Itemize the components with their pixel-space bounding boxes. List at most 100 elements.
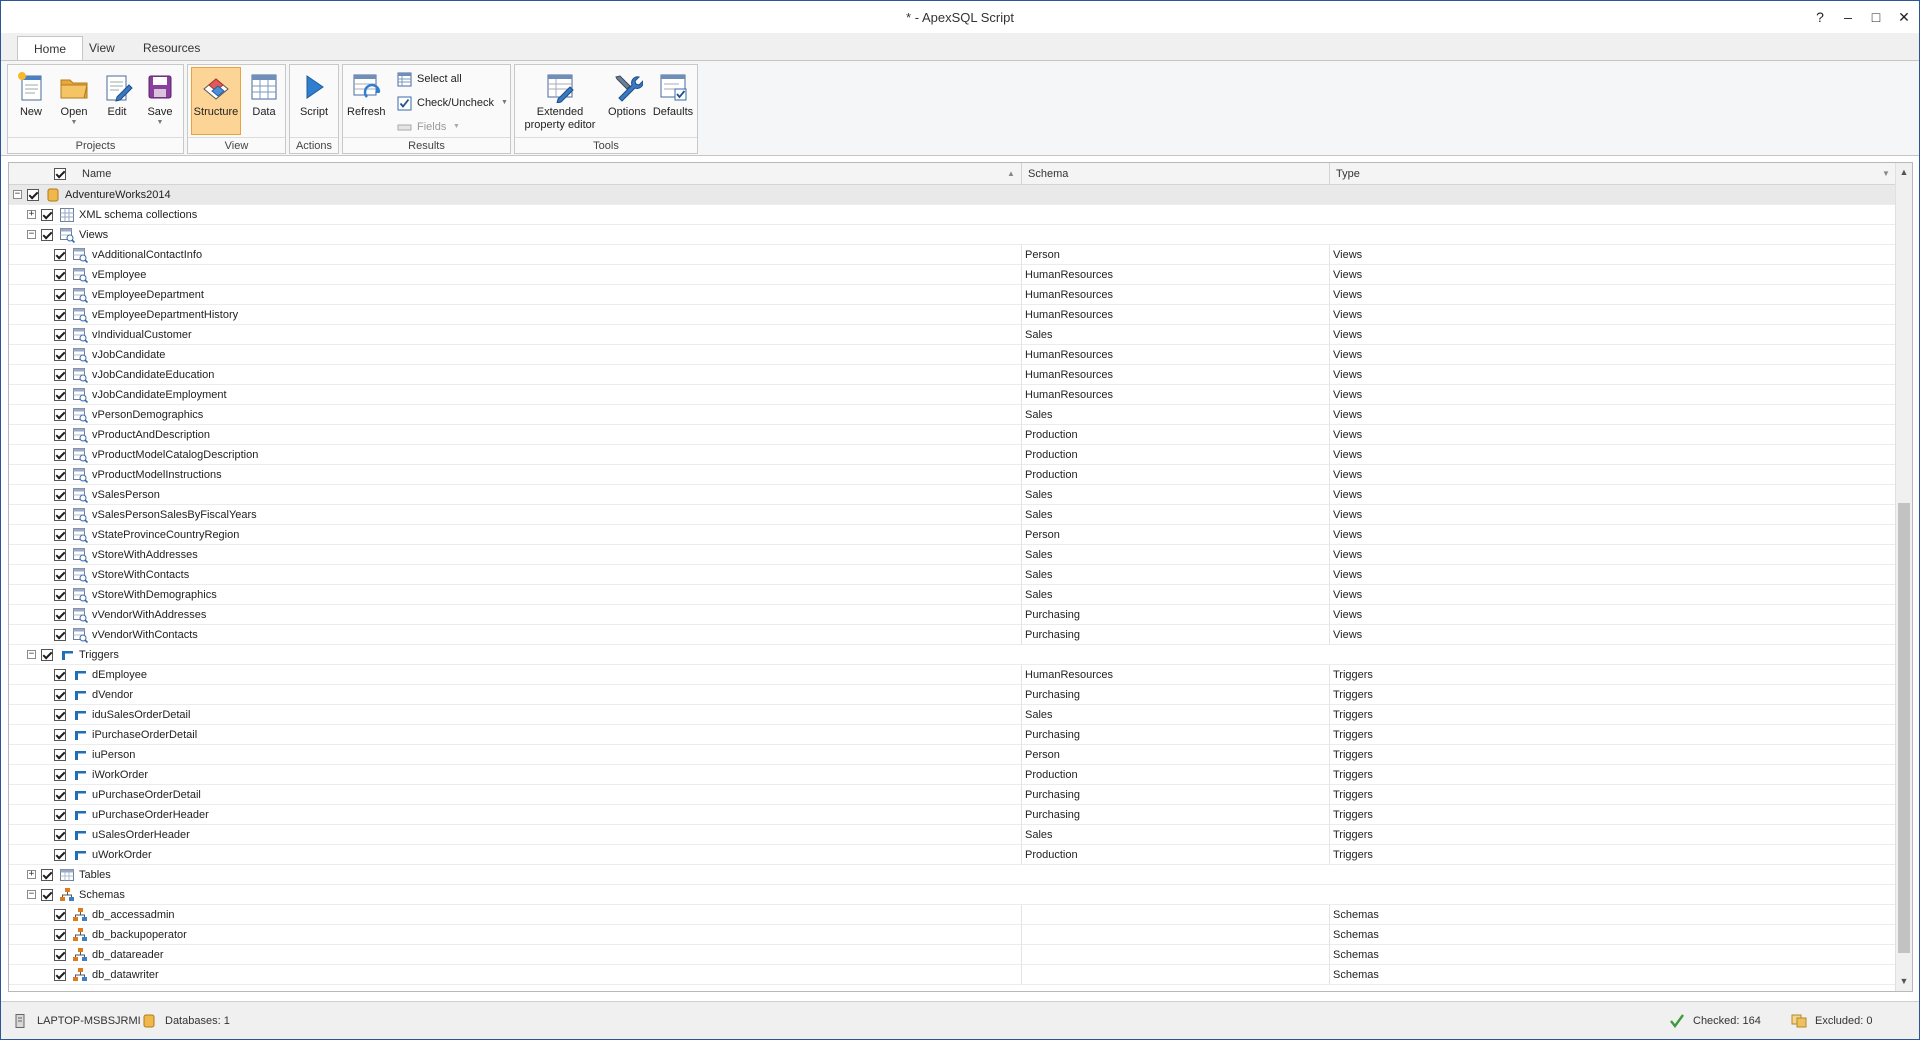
row-checkbox[interactable] [54,369,66,381]
structure-button[interactable]: Structure [191,67,241,135]
table-row[interactable]: uSalesOrderHeader Sales Triggers [9,825,1897,845]
expand-icon[interactable]: + [27,870,36,879]
expand-icon[interactable]: + [27,210,36,219]
table-row[interactable]: uPurchaseOrderHeader Purchasing Triggers [9,805,1897,825]
row-checkbox[interactable] [54,929,66,941]
table-row[interactable]: vIndividualCustomer Sales Views [9,325,1897,345]
row-checkbox[interactable] [54,589,66,601]
table-row[interactable]: vProductModelCatalogDescription Productio… [9,445,1897,465]
options-button[interactable]: Options [605,67,649,135]
table-row[interactable]: + Tables [9,865,1897,885]
table-row[interactable]: + XML schema collections [9,205,1897,225]
new-button[interactable]: New [12,67,50,135]
row-checkbox[interactable] [54,529,66,541]
table-row[interactable]: vStoreWithContacts Sales Views [9,565,1897,585]
row-checkbox[interactable] [54,689,66,701]
table-row[interactable]: vEmployeeDepartment HumanResources Views [9,285,1897,305]
row-checkbox[interactable] [54,509,66,521]
table-row[interactable]: iduSalesOrderDetail Sales Triggers [9,705,1897,725]
table-row[interactable]: vSalesPerson Sales Views [9,485,1897,505]
tab-view[interactable]: View [73,36,131,61]
column-header-type[interactable]: Type [1329,163,1889,185]
table-row[interactable]: vEmployeeDepartmentHistory HumanResources… [9,305,1897,325]
row-checkbox[interactable] [54,549,66,561]
table-row[interactable]: vJobCandidateEducation HumanResources View… [9,365,1897,385]
row-checkbox[interactable] [54,729,66,741]
column-header-name[interactable]: Name [82,163,1022,185]
table-row[interactable]: uPurchaseOrderDetail Purchasing Triggers [9,785,1897,805]
table-row[interactable]: vEmployee HumanResources Views [9,265,1897,285]
row-checkbox[interactable] [54,909,66,921]
row-checkbox[interactable] [54,629,66,641]
table-row[interactable]: dEmployee HumanResources Triggers [9,665,1897,685]
header-select-all-checkbox[interactable] [54,168,66,180]
table-row[interactable]: db_datareader Schemas [9,945,1897,965]
table-row[interactable]: − Triggers [9,645,1897,665]
vertical-scrollbar[interactable]: ▲ ▼ [1895,163,1912,991]
table-row[interactable]: iuPerson Person Triggers [9,745,1897,765]
row-checkbox[interactable] [54,329,66,341]
maximize-button[interactable]: □ [1865,7,1887,27]
row-checkbox[interactable] [54,289,66,301]
close-button[interactable]: ✕ [1893,7,1915,27]
row-checkbox[interactable] [54,269,66,281]
row-checkbox[interactable] [54,429,66,441]
row-checkbox[interactable] [41,889,53,901]
collapse-icon[interactable]: − [13,190,22,199]
row-checkbox[interactable] [54,829,66,841]
row-checkbox[interactable] [54,789,66,801]
table-row[interactable]: dVendor Purchasing Triggers [9,685,1897,705]
table-row[interactable]: vSalesPersonSalesByFiscalYears Sales Views [9,505,1897,525]
row-checkbox[interactable] [54,409,66,421]
row-checkbox[interactable] [41,229,53,241]
table-row[interactable]: vPersonDemographics Sales Views [9,405,1897,425]
save-button[interactable]: Save ▼ [140,67,180,135]
row-checkbox[interactable] [41,869,53,881]
table-row[interactable]: iPurchaseOrderDetail Purchasing Triggers [9,725,1897,745]
row-checkbox[interactable] [54,749,66,761]
row-checkbox[interactable] [54,449,66,461]
tab-resources[interactable]: Resources [127,36,216,61]
table-row[interactable]: vStateProvinceCountryRegion Person Views [9,525,1897,545]
check-uncheck-button[interactable]: Check/Uncheck ▼ [397,93,508,113]
row-checkbox[interactable] [54,609,66,621]
row-checkbox[interactable] [54,709,66,721]
table-row[interactable]: vJobCandidateEmployment HumanResources Vie… [9,385,1897,405]
table-row[interactable]: vStoreWithAddresses Sales Views [9,545,1897,565]
table-row[interactable]: db_datawriter Schemas [9,965,1897,985]
data-button[interactable]: Data [245,67,283,135]
table-row[interactable]: db_accessadmin Schemas [9,905,1897,925]
row-checkbox[interactable] [54,389,66,401]
table-row[interactable]: iWorkOrder Production Triggers [9,765,1897,785]
column-chooser-icon[interactable]: ▼ [1882,163,1894,185]
row-checkbox[interactable] [54,969,66,981]
row-checkbox[interactable] [54,669,66,681]
table-row[interactable]: − AdventureWorks2014 [9,185,1897,205]
collapse-icon[interactable]: − [27,890,36,899]
row-checkbox[interactable] [54,769,66,781]
table-row[interactable]: vVendorWithAddresses Purchasing Views [9,605,1897,625]
scroll-down-icon[interactable]: ▼ [1896,973,1912,989]
open-button[interactable]: Open ▼ [54,67,94,135]
row-checkbox[interactable] [54,569,66,581]
row-checkbox[interactable] [54,489,66,501]
extended-property-editor-button[interactable]: Extended property editor [519,67,601,135]
column-header-schema[interactable]: Schema [1021,163,1321,185]
row-checkbox[interactable] [41,209,53,221]
row-checkbox[interactable] [54,249,66,261]
table-row[interactable]: − Views [9,225,1897,245]
select-all-button[interactable]: Select all [397,69,507,89]
row-checkbox[interactable] [54,849,66,861]
table-row[interactable]: db_backupoperator Schemas [9,925,1897,945]
fields-button[interactable]: Fields ▼ [397,117,507,137]
scroll-up-icon[interactable]: ▲ [1896,164,1912,180]
collapse-icon[interactable]: − [27,650,36,659]
row-checkbox[interactable] [41,649,53,661]
table-row[interactable]: − Schemas [9,885,1897,905]
defaults-button[interactable]: Defaults [651,67,695,135]
table-row[interactable]: vProductAndDescription Production Views [9,425,1897,445]
row-checkbox[interactable] [54,809,66,821]
scrollbar-thumb[interactable] [1898,503,1910,953]
row-checkbox[interactable] [27,189,39,201]
script-button[interactable]: Script [294,67,334,135]
